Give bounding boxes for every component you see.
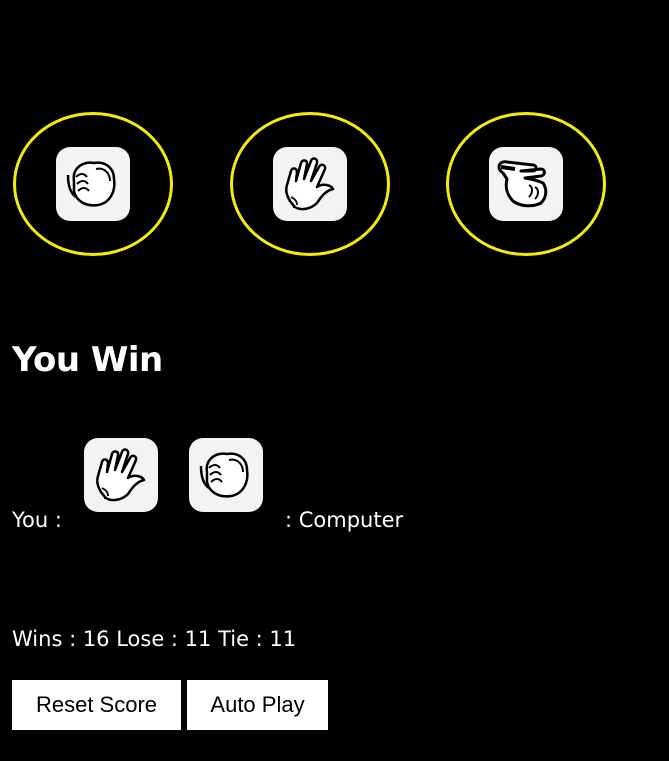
rock-fist-icon: [56, 147, 130, 221]
paper-hand-icon: [84, 438, 158, 512]
you-label: You :: [12, 508, 62, 532]
scissors-hand-icon: [489, 147, 563, 221]
scissors-choice-button[interactable]: [446, 112, 606, 256]
rock-choice-button[interactable]: [13, 112, 173, 256]
auto-play-button[interactable]: Auto Play: [187, 680, 328, 730]
computer-label: : Computer: [285, 508, 404, 532]
result-heading: You Win: [12, 340, 163, 380]
rock-fist-icon: [189, 438, 263, 512]
paper-choice-button[interactable]: [230, 112, 390, 256]
paper-hand-icon: [273, 147, 347, 221]
score-text: Wins : 16 Lose : 11 Tie : 11: [12, 627, 297, 651]
reset-score-button[interactable]: Reset Score: [12, 680, 181, 730]
